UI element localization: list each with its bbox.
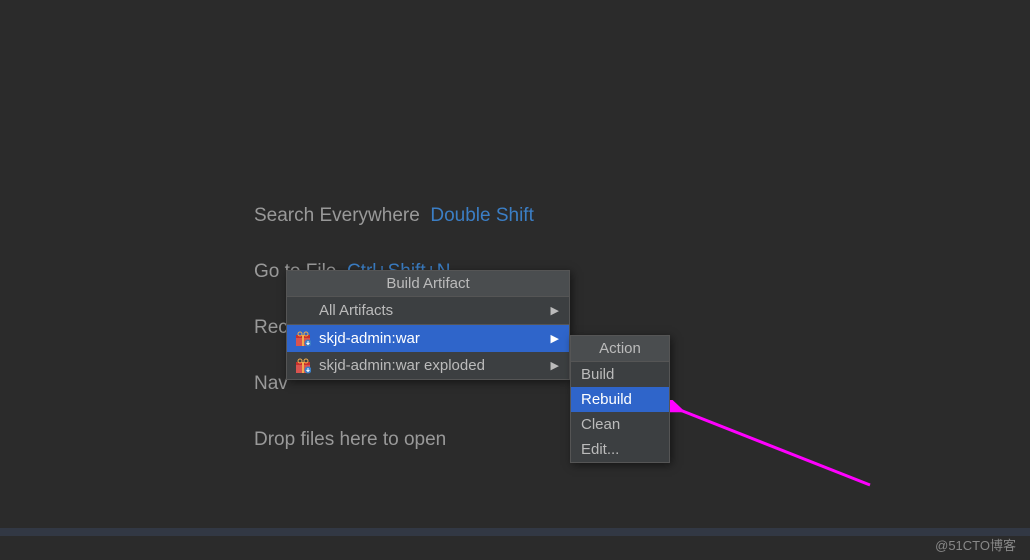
artifact-icon — [295, 331, 311, 347]
welcome-label: Search Everywhere — [254, 205, 420, 226]
menu-item-label: skjd-admin:war — [319, 330, 420, 347]
welcome-drop-files: Drop files here to open — [254, 429, 446, 451]
action-label: Clean — [581, 416, 620, 433]
menu-item-skjd-admin-war-exploded[interactable]: skjd-admin:war exploded ▶ — [287, 352, 569, 379]
action-label: Build — [581, 366, 614, 383]
action-rebuild[interactable]: Rebuild — [571, 387, 669, 412]
action-popup: Action Build Rebuild Clean Edit... — [570, 335, 670, 463]
welcome-shortcut: Double Shift — [430, 205, 534, 226]
welcome-label: Nav — [254, 373, 288, 394]
welcome-recent-partial: Rec — [254, 317, 288, 339]
welcome-label: Drop files here to open — [254, 429, 446, 450]
welcome-search-everywhere: Search Everywhere Double Shift — [254, 205, 534, 227]
submenu-arrow-icon: ▶ — [551, 332, 559, 345]
action-label: Edit... — [581, 441, 619, 458]
menu-item-label: All Artifacts — [319, 302, 393, 319]
submenu-arrow-icon: ▶ — [551, 359, 559, 372]
welcome-label: Rec — [254, 317, 288, 338]
popup-title: Action — [571, 336, 669, 362]
action-label: Rebuild — [581, 391, 632, 408]
menu-item-label: skjd-admin:war exploded — [319, 357, 485, 374]
annotation-arrow — [670, 400, 890, 500]
artifact-icon — [295, 358, 311, 374]
submenu-arrow-icon: ▶ — [551, 304, 559, 317]
action-edit[interactable]: Edit... — [571, 437, 669, 462]
action-clean[interactable]: Clean — [571, 412, 669, 437]
menu-item-skjd-admin-war[interactable]: skjd-admin:war ▶ — [287, 324, 569, 352]
welcome-nav-partial: Nav — [254, 373, 288, 395]
status-bar — [0, 528, 1030, 536]
action-build[interactable]: Build — [571, 362, 669, 387]
watermark: @51CTO博客 — [935, 535, 1016, 554]
popup-title: Build Artifact — [287, 271, 569, 297]
menu-item-all-artifacts[interactable]: All Artifacts ▶ — [287, 297, 569, 324]
build-artifact-popup: Build Artifact All Artifacts ▶ skjd-admi… — [286, 270, 570, 380]
